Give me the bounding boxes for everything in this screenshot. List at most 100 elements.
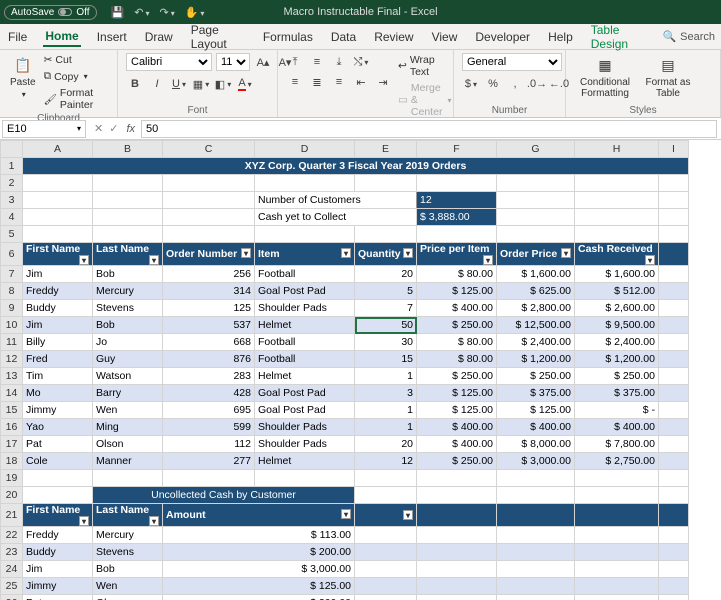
row-header[interactable]: 22 — [1, 527, 23, 544]
cell[interactable] — [659, 561, 689, 578]
worksheet[interactable]: ABCDEFGHI1XYZ Corp. Quarter 3 Fiscal Yea… — [0, 140, 721, 600]
cell[interactable]: Last Name▾ — [93, 243, 163, 266]
outdent-icon[interactable]: ⇤ — [352, 73, 370, 91]
cell[interactable]: 283 — [163, 368, 255, 385]
row-header[interactable]: 21 — [1, 504, 23, 527]
cell[interactable]: 50 — [355, 317, 417, 334]
cell[interactable] — [23, 470, 93, 487]
cell[interactable] — [659, 527, 689, 544]
row-header[interactable]: 5 — [1, 226, 23, 243]
cell[interactable]: 277 — [163, 453, 255, 470]
column-header[interactable]: I — [659, 141, 689, 158]
undo-icon[interactable]: ↶▾ — [134, 6, 149, 19]
cell[interactable] — [417, 578, 497, 595]
cell[interactable]: Jimmy — [23, 402, 93, 419]
cell[interactable]: Helmet — [255, 453, 355, 470]
cell[interactable]: $ 250.00 — [575, 368, 659, 385]
percent-icon[interactable]: % — [484, 75, 502, 93]
cell[interactable]: Cole — [23, 453, 93, 470]
redo-icon[interactable]: ↷▾ — [159, 6, 174, 19]
cell[interactable]: 256 — [163, 266, 255, 283]
cell[interactable] — [659, 317, 689, 334]
cell[interactable]: 112 — [163, 436, 255, 453]
cell[interactable] — [659, 504, 689, 527]
row-header[interactable]: 26 — [1, 595, 23, 600]
cell[interactable]: 30 — [355, 334, 417, 351]
cell[interactable]: $ 2,400.00 — [497, 334, 575, 351]
cell[interactable] — [497, 226, 575, 243]
row-header[interactable]: 25 — [1, 578, 23, 595]
cell[interactable]: 1 — [355, 419, 417, 436]
cell[interactable]: Manner — [93, 453, 163, 470]
cell[interactable] — [575, 226, 659, 243]
cell[interactable] — [575, 561, 659, 578]
cell[interactable] — [417, 487, 497, 504]
row-header[interactable]: 12 — [1, 351, 23, 368]
cell[interactable]: $ 512.00 — [575, 283, 659, 300]
cell[interactable]: 537 — [163, 317, 255, 334]
cell[interactable]: $ 2,750.00 — [575, 453, 659, 470]
cell[interactable]: $ 80.00 — [417, 351, 497, 368]
cell[interactable] — [659, 368, 689, 385]
cell[interactable] — [497, 544, 575, 561]
cell[interactable] — [497, 561, 575, 578]
cell[interactable] — [659, 453, 689, 470]
cell[interactable] — [575, 595, 659, 600]
cancel-icon[interactable]: ✕ — [94, 122, 103, 135]
cell[interactable]: $ 2,800.00 — [497, 300, 575, 317]
cell[interactable] — [23, 209, 93, 226]
cell[interactable]: $ 125.00 — [497, 402, 575, 419]
align-center-icon[interactable]: ≣ — [308, 73, 326, 91]
cell[interactable]: 1 — [355, 402, 417, 419]
tab-data[interactable]: Data — [329, 28, 358, 46]
filter-button[interactable]: ▾ — [341, 248, 351, 258]
cell[interactable]: Jim — [23, 266, 93, 283]
cell[interactable] — [163, 470, 255, 487]
italic-button[interactable]: I — [148, 75, 166, 93]
cell[interactable]: Price per Item▾ — [417, 243, 497, 266]
fill-color-button[interactable]: ◧▾ — [214, 75, 232, 93]
cell[interactable]: Bob — [93, 266, 163, 283]
cell[interactable] — [23, 487, 93, 504]
cell[interactable] — [659, 470, 689, 487]
cell[interactable]: $ 200.00 — [163, 595, 355, 600]
cell[interactable] — [355, 487, 417, 504]
cell[interactable] — [355, 226, 417, 243]
cell[interactable] — [355, 470, 417, 487]
cell[interactable] — [355, 561, 417, 578]
wrap-text-button[interactable]: ↩Wrap Text — [398, 53, 451, 79]
cell[interactable] — [659, 334, 689, 351]
comma-icon[interactable]: , — [506, 75, 524, 93]
column-header[interactable]: C — [163, 141, 255, 158]
cell[interactable] — [255, 226, 355, 243]
cell[interactable] — [255, 175, 355, 192]
cell[interactable]: 3 — [355, 385, 417, 402]
cell[interactable] — [659, 487, 689, 504]
row-header[interactable]: 19 — [1, 470, 23, 487]
cell[interactable]: $ 250.00 — [417, 317, 497, 334]
cell[interactable]: Helmet — [255, 368, 355, 385]
cell[interactable]: $ 250.00 — [417, 453, 497, 470]
cell[interactable]: $ 375.00 — [497, 385, 575, 402]
cell[interactable]: Buddy — [23, 544, 93, 561]
font-name-select[interactable]: Calibri — [126, 53, 212, 71]
tab-table-design[interactable]: Table Design — [589, 21, 649, 53]
cell[interactable]: Freddy — [23, 527, 93, 544]
filter-button[interactable]: ▾ — [79, 255, 89, 265]
cell[interactable] — [659, 385, 689, 402]
cell[interactable]: $ 250.00 — [497, 368, 575, 385]
cell[interactable] — [659, 402, 689, 419]
cell[interactable] — [93, 226, 163, 243]
cell[interactable] — [497, 487, 575, 504]
filter-button[interactable]: ▾ — [403, 510, 413, 520]
cell[interactable]: Football — [255, 266, 355, 283]
cell[interactable]: 695 — [163, 402, 255, 419]
cell[interactable] — [93, 209, 163, 226]
cell[interactable]: Item▾ — [255, 243, 355, 266]
cell[interactable] — [23, 175, 93, 192]
cell[interactable]: ▾ — [355, 504, 417, 527]
cell[interactable]: $ 400.00 — [575, 419, 659, 436]
paste-button[interactable]: 📋 Paste ▾ — [8, 53, 38, 101]
tab-view[interactable]: View — [430, 28, 460, 46]
cell[interactable]: $ 125.00 — [163, 578, 355, 595]
